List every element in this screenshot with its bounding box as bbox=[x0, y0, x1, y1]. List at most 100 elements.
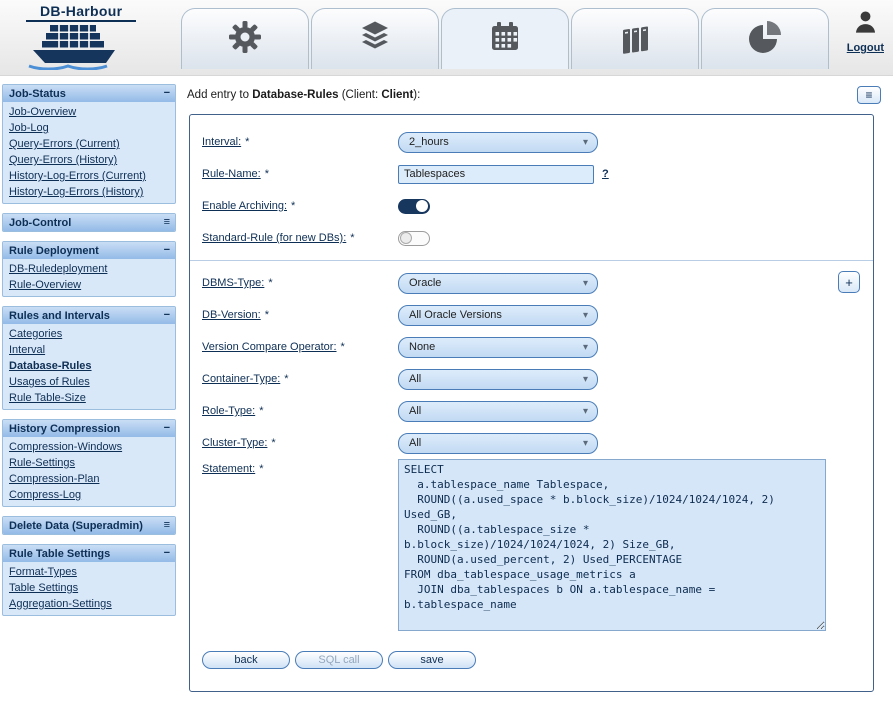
statement-control: SELECT a.tablespace_name Tablespace, ROU… bbox=[398, 459, 826, 631]
tab-bar bbox=[181, 8, 829, 69]
sidebar-item[interactable]: Format-Types bbox=[3, 564, 175, 580]
logout-control[interactable]: Logout bbox=[847, 9, 884, 54]
standard-rule-label: Standard-Rule (for new DBs):* bbox=[202, 232, 398, 244]
sidebar-item[interactable]: Rule-Settings bbox=[3, 455, 175, 471]
save-button[interactable]: save bbox=[388, 651, 476, 669]
dbms-type-select[interactable]: Oracle▾ bbox=[398, 273, 598, 294]
tab-pie-chart[interactable] bbox=[701, 8, 829, 69]
ship-logo-icon bbox=[26, 23, 122, 75]
rule-form: Interval:*2_hours▾Rule-Name:*?Enable Arc… bbox=[202, 126, 873, 631]
required-marker: * bbox=[271, 437, 275, 449]
minus-icon[interactable]: − bbox=[164, 548, 170, 559]
field-label-text: Enable Archiving: bbox=[202, 200, 287, 212]
sidebar-item[interactable]: History-Log-Errors (Current) bbox=[3, 168, 175, 184]
page-title-segment: Add entry to bbox=[187, 89, 252, 101]
gear-icon bbox=[225, 17, 265, 62]
sidebar-item[interactable]: Database-Rules bbox=[3, 358, 175, 374]
sidebar-section-title: Delete Data (Superadmin) bbox=[9, 520, 143, 532]
required-marker: * bbox=[341, 341, 345, 353]
panel-menu-button[interactable]: ≡ bbox=[857, 86, 881, 104]
sidebar-section-header[interactable]: Rule Table Settings− bbox=[3, 545, 175, 562]
add-dbms-type-button[interactable]: + bbox=[838, 271, 860, 293]
sidebar-item[interactable]: Compression-Windows bbox=[3, 439, 175, 455]
rule-name-input[interactable] bbox=[398, 165, 594, 184]
chevron-down-icon: ▾ bbox=[583, 406, 588, 417]
minus-icon[interactable]: − bbox=[164, 423, 170, 434]
minus-icon[interactable]: − bbox=[164, 245, 170, 256]
sidebar-section-header[interactable]: History Compression− bbox=[3, 420, 175, 437]
field-label-text: DBMS-Type: bbox=[202, 277, 264, 289]
chevron-down-icon: ▾ bbox=[583, 137, 588, 148]
sidebar-section-header[interactable]: Rule Deployment − bbox=[3, 242, 175, 259]
standard-rule-toggle[interactable] bbox=[398, 231, 430, 246]
tab-gear[interactable] bbox=[181, 8, 309, 69]
interval-control: 2_hours ▾ bbox=[398, 132, 598, 153]
menu-icon[interactable]: ≡ bbox=[164, 217, 170, 228]
sidebar-section: Job-Status−Job-OverviewJob-LogQuery-Erro… bbox=[2, 84, 176, 204]
sidebar-section-items: Format-TypesTable SettingsAggregation-Se… bbox=[3, 562, 175, 615]
sidebar-item[interactable]: Query-Errors (History) bbox=[3, 152, 175, 168]
pie-chart-icon bbox=[745, 17, 785, 62]
required-marker: * bbox=[350, 232, 354, 244]
sidebar-item[interactable]: Compression-Plan bbox=[3, 471, 175, 487]
sidebar-item[interactable]: Table Settings bbox=[3, 580, 175, 596]
select-value: All bbox=[409, 405, 421, 417]
sidebar-section: Rule Table Settings−Format-TypesTable Se… bbox=[2, 544, 176, 616]
tab-servers[interactable] bbox=[571, 8, 699, 69]
sidebar-item[interactable]: Rule-Overview bbox=[3, 277, 175, 293]
minus-icon[interactable]: − bbox=[164, 310, 170, 321]
cluster-type-control: All▾ bbox=[398, 433, 598, 454]
statement-textarea[interactable]: SELECT a.tablespace_name Tablespace, ROU… bbox=[398, 459, 826, 631]
sidebar-section-header[interactable]: Delete Data (Superadmin) ≡ bbox=[3, 517, 175, 534]
field-label-text: Role-Type: bbox=[202, 405, 255, 417]
menu-icon[interactable]: ≡ bbox=[164, 520, 170, 531]
sidebar-item[interactable]: Job-Log bbox=[3, 120, 175, 136]
sql-call-button[interactable]: SQL call bbox=[295, 651, 383, 669]
chevron-down-icon: ▾ bbox=[583, 310, 588, 321]
required-marker: * bbox=[245, 136, 249, 148]
rule-name-control: ? bbox=[398, 165, 609, 184]
minus-icon[interactable]: − bbox=[164, 88, 170, 99]
cluster-type-select[interactable]: All▾ bbox=[398, 433, 598, 454]
form-row-interval: Interval: * 2_hours ▾ bbox=[202, 126, 873, 158]
interval-select[interactable]: 2_hours ▾ bbox=[398, 132, 598, 153]
sidebar-item[interactable]: DB-Ruledeployment bbox=[3, 261, 175, 277]
field-label-text: Interval: bbox=[202, 136, 241, 148]
sidebar-item[interactable]: Compress-Log bbox=[3, 487, 175, 503]
sidebar-item[interactable]: Categories bbox=[3, 326, 175, 342]
help-link[interactable]: ? bbox=[602, 168, 609, 180]
content-area: Add entry to Database-Rules (Client: Cli… bbox=[179, 76, 893, 706]
logout-link[interactable]: Logout bbox=[847, 42, 884, 54]
sidebar-section-items: CategoriesIntervalDatabase-RulesUsages o… bbox=[3, 324, 175, 409]
sidebar-item[interactable]: Job-Overview bbox=[3, 104, 175, 120]
page-title: Add entry to Database-Rules (Client: Cli… bbox=[187, 89, 420, 101]
sidebar-item[interactable]: History-Log-Errors (History) bbox=[3, 184, 175, 200]
select-value: 2_hours bbox=[409, 136, 449, 148]
role-type-select[interactable]: All ▾ bbox=[398, 401, 598, 422]
enable-archiving-label: Enable Archiving: * bbox=[202, 200, 398, 212]
required-marker: * bbox=[291, 200, 295, 212]
select-value: None bbox=[409, 341, 435, 353]
app-title: DB-Harbour bbox=[26, 3, 136, 22]
sidebar-item[interactable]: Usages of Rules bbox=[3, 374, 175, 390]
sidebar-item[interactable]: Interval bbox=[3, 342, 175, 358]
enable-archiving-toggle[interactable] bbox=[398, 199, 430, 214]
tab-calendar[interactable] bbox=[441, 8, 569, 69]
sidebar-item[interactable]: Query-Errors (Current) bbox=[3, 136, 175, 152]
db-version-select[interactable]: All Oracle Versions▾ bbox=[398, 305, 598, 326]
chevron-down-icon: ▾ bbox=[583, 374, 588, 385]
sidebar-section-header[interactable]: Job-Control≡ bbox=[3, 214, 175, 231]
sidebar-item[interactable]: Aggregation-Settings bbox=[3, 596, 175, 612]
sidebar-section: Rules and Intervals−CategoriesIntervalDa… bbox=[2, 306, 176, 410]
tab-layers[interactable] bbox=[311, 8, 439, 69]
content-header: Add entry to Database-Rules (Client: Cli… bbox=[187, 84, 881, 106]
sidebar-section-header[interactable]: Job-Status− bbox=[3, 85, 175, 102]
sidebar-item[interactable]: Rule Table-Size bbox=[3, 390, 175, 406]
sidebar-section-title: Rule Deployment bbox=[9, 245, 99, 257]
container-type-select[interactable]: All▾ bbox=[398, 369, 598, 390]
form-row-enable-archiving: Enable Archiving: * bbox=[202, 190, 873, 222]
version-compare-operator-select[interactable]: None▾ bbox=[398, 337, 598, 358]
chevron-down-icon: ▾ bbox=[583, 278, 588, 289]
back-button[interactable]: back bbox=[202, 651, 290, 669]
sidebar-section-header[interactable]: Rules and Intervals− bbox=[3, 307, 175, 324]
